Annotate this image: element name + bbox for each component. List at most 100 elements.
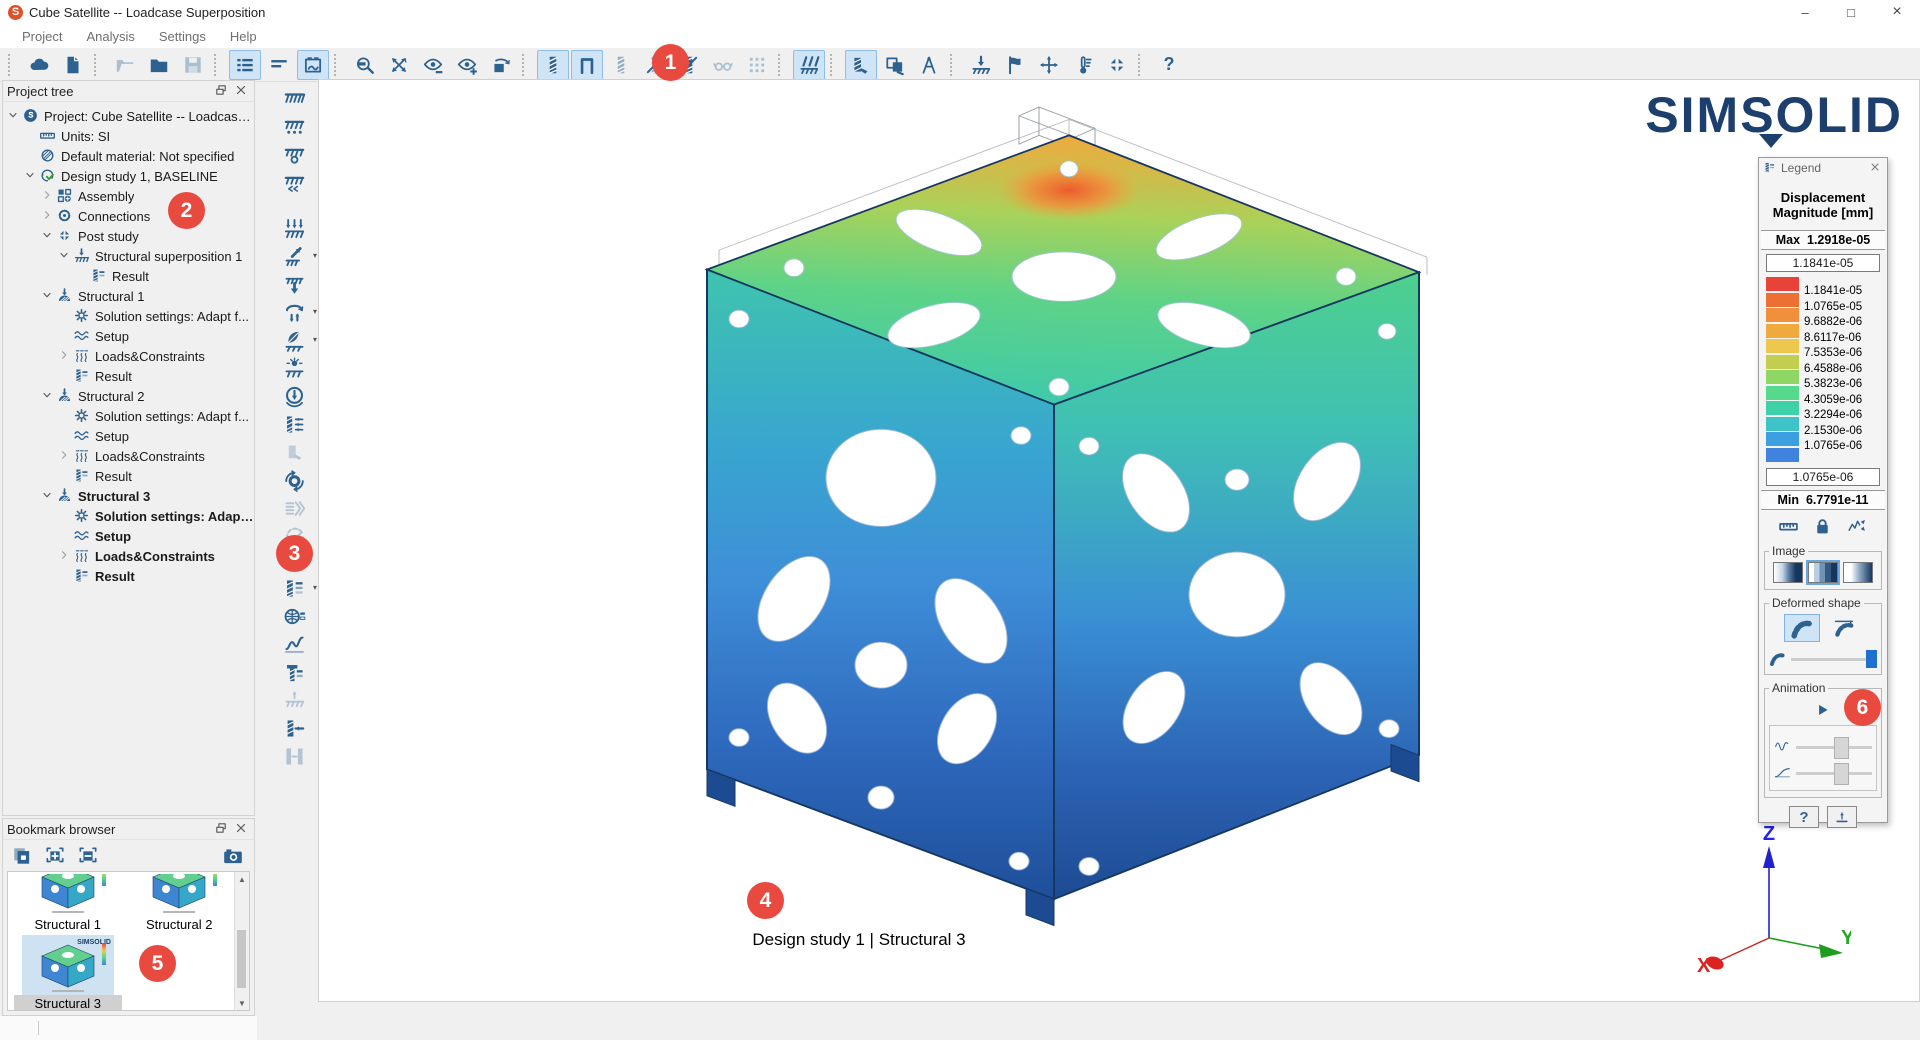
bolt-light-button[interactable] xyxy=(605,50,637,80)
legend-upper-input[interactable]: 1.1841e-05 xyxy=(1766,254,1880,272)
folder-button[interactable] xyxy=(143,50,175,80)
menu-project[interactable]: Project xyxy=(10,29,74,44)
thermometer-button[interactable] xyxy=(1067,50,1099,80)
tree-item[interactable]: Solution settings: Adapt... xyxy=(3,506,254,526)
tree-item[interactable]: Loads&Constraints xyxy=(3,446,254,466)
remove-bookmark-button[interactable] xyxy=(77,845,101,869)
paint-gray-button[interactable] xyxy=(277,438,311,466)
cloud-button[interactable] xyxy=(23,50,55,80)
viewport-3d[interactable]: SIMSOLID xyxy=(318,79,1920,1002)
legend-dock-button[interactable] xyxy=(1827,806,1857,828)
model-cubesat[interactable] xyxy=(589,100,1439,930)
deform-scale-slider[interactable] xyxy=(1791,658,1877,661)
tree-item[interactable]: Structural 2 xyxy=(3,386,254,406)
paint-part-button[interactable] xyxy=(845,50,877,80)
bolt-show-button[interactable] xyxy=(537,50,569,80)
chevron-down-icon[interactable] xyxy=(58,249,73,263)
save-bookmarks-button[interactable] xyxy=(11,845,35,869)
image-style-mirror-button[interactable] xyxy=(1843,562,1873,583)
list-view-button[interactable] xyxy=(229,50,261,80)
bookmark-item[interactable]: Structural 2 xyxy=(126,874,234,933)
load-thermal-button[interactable] xyxy=(277,354,311,382)
deformed-on-button[interactable] xyxy=(1784,614,1820,642)
chevron-right-icon[interactable] xyxy=(58,449,73,463)
image-style-smooth-button[interactable] xyxy=(1773,562,1803,583)
tree-item[interactable]: Units: SI xyxy=(3,126,254,146)
dropdown-caret-icon[interactable]: ▾ xyxy=(313,583,317,592)
tree-item[interactable]: Structural superposition 1 xyxy=(3,246,254,266)
support-up-button[interactable] xyxy=(277,686,311,714)
compass-button[interactable] xyxy=(913,50,945,80)
snapshot-button[interactable] xyxy=(222,845,246,869)
tree-item[interactable]: Connections xyxy=(3,206,254,226)
stripes-chev-button[interactable] xyxy=(277,494,311,522)
tree-item[interactable]: Default material: Not specified xyxy=(3,146,254,166)
tree-item[interactable]: Post study xyxy=(3,226,254,246)
add-bookmark-button[interactable] xyxy=(44,845,68,869)
file-new-button[interactable] xyxy=(57,50,89,80)
close-button[interactable]: × xyxy=(1874,0,1920,24)
move-arrows-button[interactable] xyxy=(1033,50,1065,80)
tree-item[interactable]: Project: Cube Satellite -- Loadcase Su..… xyxy=(3,106,254,126)
tree-item[interactable]: Solution settings: Adapt f... xyxy=(3,306,254,326)
dropdown-caret-icon[interactable]: ▾ xyxy=(313,335,317,344)
play-animation-icon[interactable] xyxy=(1814,701,1832,719)
measure-button[interactable] xyxy=(383,50,415,80)
amplitude-handle[interactable] xyxy=(1834,737,1849,759)
load-distributed-button[interactable] xyxy=(277,214,311,242)
tree-item[interactable]: Loads&Constraints xyxy=(3,346,254,366)
zoom-part-button[interactable] xyxy=(349,50,381,80)
load-force-button[interactable]: ▾ xyxy=(277,242,311,270)
load-pressure-button[interactable] xyxy=(277,270,311,298)
support-fixed-button[interactable] xyxy=(277,84,311,112)
support-pin-button[interactable] xyxy=(277,140,311,168)
scroll-up-icon[interactable]: ▲ xyxy=(235,872,249,886)
rotate-part-button[interactable] xyxy=(485,50,517,80)
load-gravity-button[interactable]: ▾ xyxy=(277,326,311,354)
tree-item[interactable]: Structural 1 xyxy=(3,286,254,306)
chevron-down-icon[interactable] xyxy=(24,169,39,183)
tree-item[interactable]: Result xyxy=(3,266,254,286)
tree-item[interactable]: Result xyxy=(3,466,254,486)
tree-item[interactable]: Result xyxy=(3,566,254,586)
tree-item[interactable]: Result xyxy=(3,366,254,386)
load-speed-button[interactable] xyxy=(277,382,311,410)
bracket-show-button[interactable] xyxy=(571,50,603,80)
probe-curve-icon[interactable] xyxy=(1846,516,1868,538)
flag-moment-button[interactable] xyxy=(999,50,1031,80)
animation-amplitude-slider[interactable] xyxy=(1796,746,1872,749)
menu-settings[interactable]: Settings xyxy=(147,29,218,44)
dropdown-caret-icon[interactable]: ▾ xyxy=(313,251,317,260)
legend-lower-input[interactable]: 1.0765e-06 xyxy=(1766,468,1880,486)
bookmark-scrollbar[interactable]: ▲ ▼ xyxy=(234,872,249,1010)
show-eye-button[interactable] xyxy=(451,50,483,80)
scroll-down-icon[interactable]: ▼ xyxy=(235,996,249,1010)
orientation-triad[interactable]: Z Y X xyxy=(1691,826,1851,976)
fit-view-button[interactable] xyxy=(1101,50,1133,80)
chevron-right-icon[interactable] xyxy=(58,349,73,363)
minimize-button[interactable]: – xyxy=(1782,0,1828,24)
lock-icon[interactable] xyxy=(1812,516,1834,538)
bookmark-image-button[interactable] xyxy=(297,50,329,80)
result-list-button[interactable]: ▾ xyxy=(277,574,311,602)
grid-dots-button[interactable] xyxy=(741,50,773,80)
menu-analysis[interactable]: Analysis xyxy=(74,29,146,44)
tree-item[interactable]: Setup xyxy=(3,326,254,346)
chevron-down-icon[interactable] xyxy=(7,109,22,123)
image-style-banded-button[interactable] xyxy=(1808,562,1838,583)
graph-curve-button[interactable] xyxy=(277,630,311,658)
legend-close-icon[interactable] xyxy=(1869,161,1883,175)
chevron-down-icon[interactable] xyxy=(41,389,56,403)
load-torque-button[interactable]: ▾ xyxy=(277,298,311,326)
globe-results-button[interactable] xyxy=(277,602,311,630)
float-panel-icon[interactable] xyxy=(214,83,230,99)
dropdown-caret-icon[interactable]: ▾ xyxy=(313,307,317,316)
speed-handle[interactable] xyxy=(1834,763,1849,785)
tree-item[interactable]: Solution settings: Adapt f... xyxy=(3,406,254,426)
float-panel-icon[interactable] xyxy=(214,821,230,837)
menu-help[interactable]: Help xyxy=(218,29,269,44)
chevron-down-icon[interactable] xyxy=(41,229,56,243)
tree-item[interactable]: Loads&Constraints xyxy=(3,546,254,566)
hide-eye-button[interactable] xyxy=(417,50,449,80)
help-button[interactable]: ? xyxy=(1153,50,1185,80)
